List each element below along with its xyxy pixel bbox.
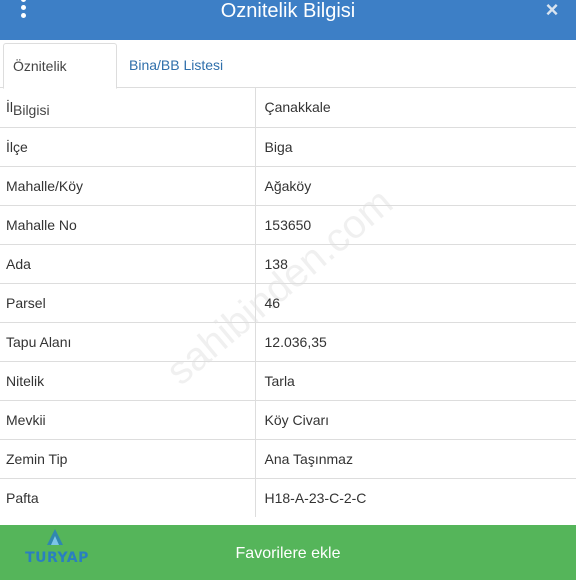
attribute-value: 12.036,35 (255, 321, 576, 361)
attribute-label: Mahalle No (0, 204, 256, 244)
attribute-table: İl Çanakkale İlçe Biga Mahalle/Köy Ağaköy Maha… (0, 88, 576, 517)
attribute-value: 46 (255, 282, 576, 322)
attribute-value: Çanakkale (264, 99, 331, 116)
attribute-label: Ada (0, 243, 256, 283)
attribute-label: Zemin Tip (0, 438, 256, 478)
attribute-label: Mahalle/Köy (0, 165, 256, 205)
table-row: Zemin Tip Ana Taşınmaz (0, 438, 576, 478)
turyap-logo: TURYAP (18, 527, 98, 573)
table-row: Mahalle No 153650 (0, 204, 576, 244)
footer-bar: Favorilere ekle TURYAP (0, 525, 576, 580)
attribute-value: 138 (255, 243, 576, 283)
attribute-value: H18-A-23-C-2-C (255, 477, 576, 517)
table-row: İlçe Biga (0, 126, 576, 166)
attribute-label: İlçe (0, 126, 256, 166)
attribute-value: Tarla (255, 360, 576, 400)
close-icon[interactable]: × (540, 0, 564, 22)
table-row: Nitelik Tarla (0, 360, 576, 400)
table-row: Pafta H18-A-23-C-2-C (0, 477, 576, 517)
attribute-label: Nitelik (0, 360, 256, 400)
modal-header: Oznitelik Bilgisi × (0, 0, 576, 40)
attribute-label: İl (0, 88, 256, 127)
attribute-value: Ana Taşınmaz (255, 438, 576, 478)
tab-bar: Öznitelik Bilgisi Bina/BB Listesi (0, 40, 576, 118)
attribute-label: Tapu Alanı (0, 321, 256, 361)
tab-oznitelik-bilgisi[interactable]: Öznitelik Bilgisi (3, 43, 117, 118)
attribute-label: Mevkii (0, 399, 256, 439)
attribute-label: Parsel (0, 282, 256, 322)
turyap-logo-text: TURYAP (25, 550, 89, 566)
table-row: Parsel 46 (0, 282, 576, 322)
attribute-label: Pafta (0, 477, 256, 517)
table-row: İl Çanakkale (0, 88, 576, 127)
attribute-value: 153650 (255, 204, 576, 244)
attribute-value: Biga (255, 126, 576, 166)
table-row: Mahalle/Köy Ağaköy (0, 165, 576, 205)
tab-bina-bb-listesi[interactable]: Bina/BB Listesi (120, 43, 232, 89)
attribute-value: Ağaköy (255, 165, 576, 205)
table-row: Mevkii Köy Civarı (0, 399, 576, 439)
turyap-logo-mark-icon (47, 529, 63, 545)
modal-title: Oznitelik Bilgisi (220, 0, 356, 22)
attribute-value: Köy Civarı (255, 399, 576, 439)
table-row: Tapu Alanı 12.036,35 (0, 321, 576, 361)
table-row: Ada 138 (0, 243, 576, 283)
